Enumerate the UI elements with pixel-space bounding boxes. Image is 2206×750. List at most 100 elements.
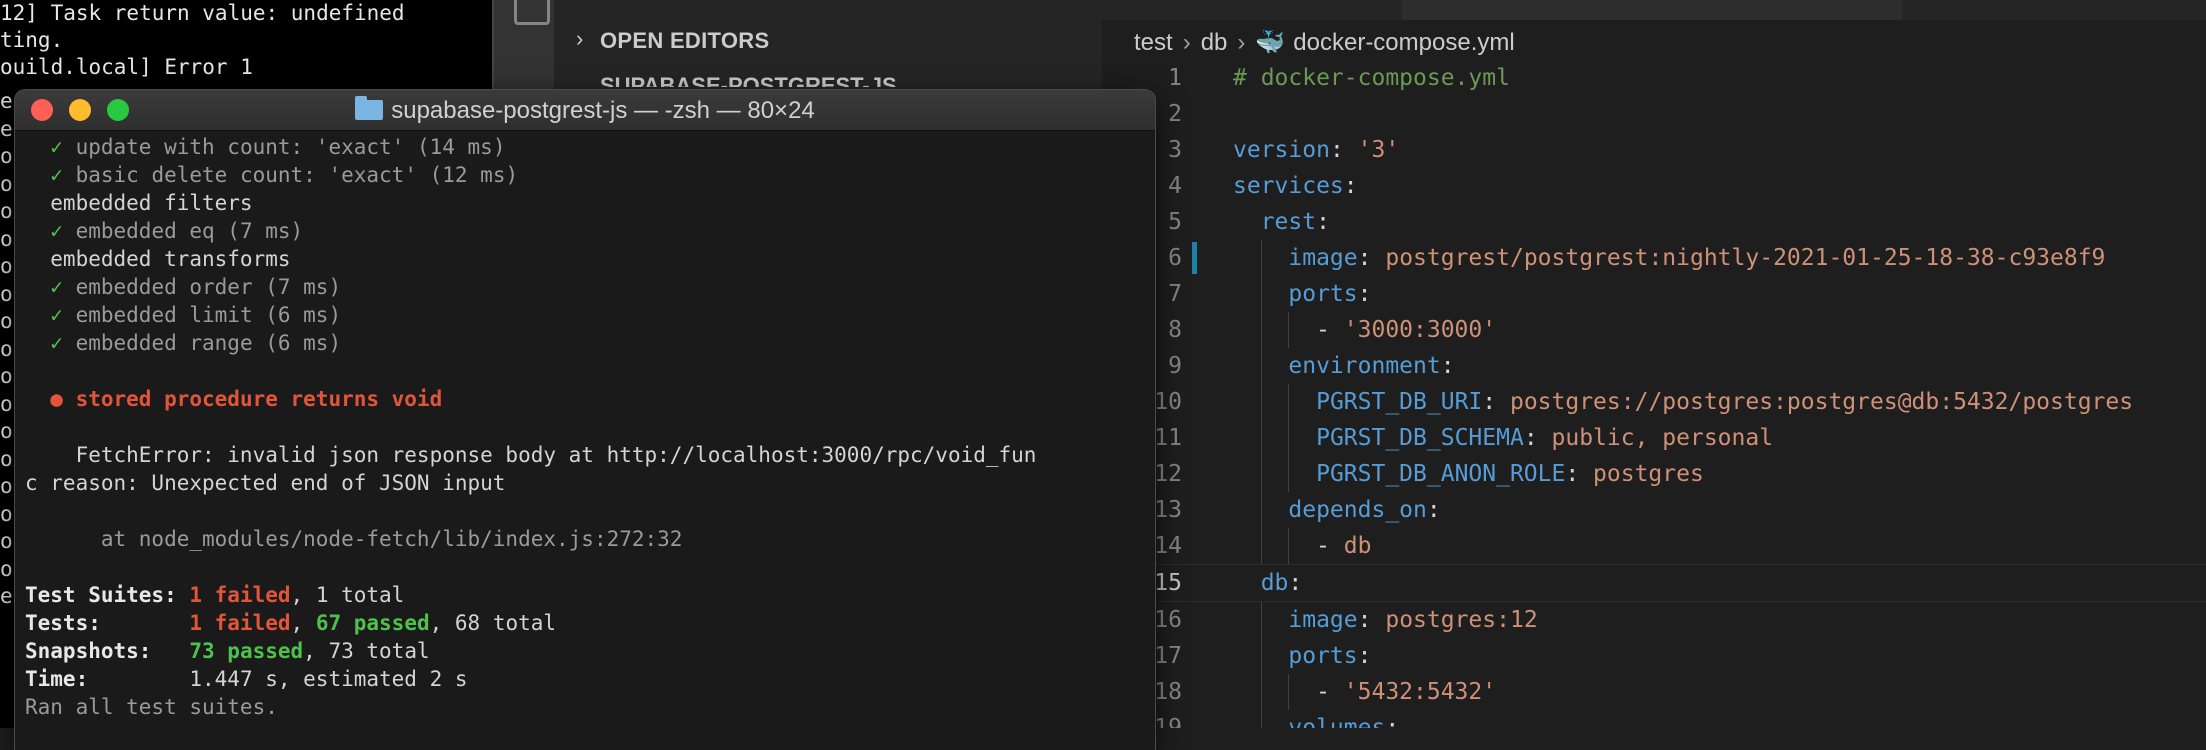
code-text: environment:	[1233, 348, 1454, 384]
code-line[interactable]: 11 PGRST_DB_SCHEMA: public, personal	[1102, 420, 2206, 456]
breadcrumb-separator-icon: ›	[1182, 29, 1191, 56]
code-line[interactable]: 8 - '3000:3000'	[1102, 312, 2206, 348]
code-line[interactable]: 17 ports:	[1102, 638, 2206, 674]
editor-tab[interactable]	[1402, 0, 1902, 20]
code-token: public, personal	[1551, 425, 1774, 451]
terminal-output[interactable]: ✓ update with count: 'exact' (14 ms) ✓ b…	[25, 133, 1150, 721]
open-editors-header[interactable]: OPEN EDITORS	[600, 28, 769, 54]
terminal-line: embedded transforms	[25, 245, 1150, 273]
terminal-window[interactable]: supabase-postgrest-js — -zsh — 80×24 ✓ u…	[15, 90, 1155, 750]
terminal-line: ✓ embedded eq (7 ms)	[25, 217, 1150, 245]
terminal-text: embedded transforms	[25, 247, 291, 271]
code-line[interactable]: 1 # docker-compose.yml	[1102, 60, 2206, 96]
terminal-text: basic delete count: 'exact' (12 ms)	[75, 163, 519, 187]
code-line[interactable]: 13 depends_on:	[1102, 492, 2206, 528]
terminal-line: ✓ update with count: 'exact' (14 ms)	[25, 133, 1150, 161]
code-text: volumes:	[1233, 710, 1399, 728]
terminal-text: , 1 total	[290, 583, 405, 607]
code-token: '5432:5432'	[1343, 679, 1497, 705]
terminal-line: Ran all test suites.	[25, 693, 1150, 721]
project-section-header[interactable]: SUPABASE-POSTGREST-JS	[600, 73, 897, 87]
code-token: # docker-compose.yml	[1233, 65, 1510, 91]
code-token: services	[1233, 173, 1344, 199]
code-line[interactable]: 9 environment:	[1102, 348, 2206, 384]
terminal-line: Tests: 1 failed, 67 passed, 68 total	[25, 609, 1150, 637]
code-token: image	[1288, 607, 1358, 633]
breadcrumb-item-file[interactable]: docker-compose.yml	[1293, 29, 1514, 56]
terminal-line: Test Suites: 1 failed, 1 total	[25, 581, 1150, 609]
docker-icon: 🐳	[1255, 29, 1286, 56]
terminal-text: ✓	[50, 163, 76, 187]
breadcrumb-item-test[interactable]: test	[1134, 29, 1173, 56]
code-line[interactable]: 19 volumes:	[1102, 710, 2206, 728]
terminal-text: embedded limit (6 ms)	[75, 303, 342, 327]
modified-line-marker	[1192, 242, 1197, 274]
code-line[interactable]: 7 ports:	[1102, 276, 2206, 312]
code-token: version	[1233, 137, 1330, 163]
code-line[interactable]: 15 db:	[1102, 564, 2206, 602]
code-line[interactable]: 10 PGRST_DB_URI: postgres://postgres:pos…	[1102, 384, 2206, 420]
code-token: :	[1316, 209, 1330, 235]
code-line[interactable]: 3 version: '3'	[1102, 132, 2206, 168]
terminal-text: update with count: 'exact' (14 ms)	[75, 135, 506, 159]
code-text: - '3000:3000'	[1233, 312, 1496, 348]
code-line[interactable]: 6 image: postgrest/postgrest:nightly-202…	[1102, 240, 2206, 276]
background-terminal-line: ouild.local] Error 1	[0, 55, 253, 79]
code-line[interactable]: 16 image: postgres:12	[1102, 602, 2206, 638]
code-token: depends_on	[1288, 497, 1427, 523]
code-line[interactable]: 14 - db	[1102, 528, 2206, 564]
code-token: ports	[1288, 643, 1358, 669]
code-token: '3000:3000'	[1343, 317, 1497, 343]
code-line[interactable]: 5 rest:	[1102, 204, 2206, 240]
code-text: db:	[1233, 565, 1303, 601]
code-text: PGRST_DB_URI: postgres://postgres:postgr…	[1233, 384, 2133, 420]
code-text: depends_on:	[1233, 492, 1440, 528]
code-text: rest:	[1233, 204, 1330, 240]
terminal-text: Time:	[25, 667, 190, 691]
editor-tab-bar	[1102, 0, 2206, 20]
code-line[interactable]: 4 services:	[1102, 168, 2206, 204]
terminal-text: ✓	[50, 331, 76, 355]
background-terminal-line: 12] Task return value: undefined	[0, 1, 405, 25]
code-text: version: '3'	[1233, 132, 1399, 168]
terminal-title-text: supabase-postgrest-js — -zsh — 80×24	[391, 97, 815, 124]
code-token: -	[1233, 317, 1344, 343]
code-line[interactable]: 2	[1102, 96, 2206, 132]
code-editor[interactable]: test › db › 🐳 docker-compose.yml 1 # docker-co…	[1102, 0, 2206, 728]
terminal-text: embedded filters	[25, 191, 253, 215]
background-terminal-output: 12] Task return value: undefined ting. oui…	[0, 0, 492, 81]
terminal-text: , 73 total	[303, 639, 430, 663]
code-text: PGRST_DB_SCHEMA: public, personal	[1233, 420, 1773, 456]
code-token: volumes	[1288, 715, 1386, 728]
terminal-text: ● stored procedure returns void	[50, 387, 443, 411]
code-text: PGRST_DB_ANON_ROLE: postgres	[1233, 456, 1704, 492]
code-line[interactable]: 12 PGRST_DB_ANON_ROLE: postgres	[1102, 456, 2206, 492]
code-token: environment	[1288, 353, 1441, 379]
code-lines[interactable]: 1 # docker-compose.yml 2 3 version: '3' 4 serv…	[1102, 60, 2206, 728]
code-token: :	[1329, 137, 1358, 163]
code-token: -	[1233, 679, 1344, 705]
terminal-title: supabase-postgrest-js — -zsh — 80×24	[15, 96, 1155, 125]
breadcrumb-item-db[interactable]: db	[1201, 29, 1228, 56]
explorer-icon[interactable]	[514, 0, 550, 25]
code-token: :	[1385, 715, 1400, 728]
code-text: ports:	[1233, 638, 1371, 674]
terminal-titlebar[interactable]: supabase-postgrest-js — -zsh — 80×24	[15, 90, 1155, 131]
terminal-text: Snapshots:	[25, 639, 190, 663]
code-token: postgrest/postgrest:nightly-2021-01-25-1…	[1385, 245, 2106, 271]
terminal-text: ✓	[50, 219, 76, 243]
terminal-text: ✓	[50, 275, 76, 299]
chevron-right-icon[interactable]: ›	[576, 26, 583, 52]
code-line[interactable]: 18 - '5432:5432'	[1102, 674, 2206, 710]
terminal-line: Snapshots: 73 passed, 73 total	[25, 637, 1150, 665]
code-text: ports:	[1233, 276, 1371, 312]
terminal-line: ● stored procedure returns void	[25, 385, 1150, 413]
